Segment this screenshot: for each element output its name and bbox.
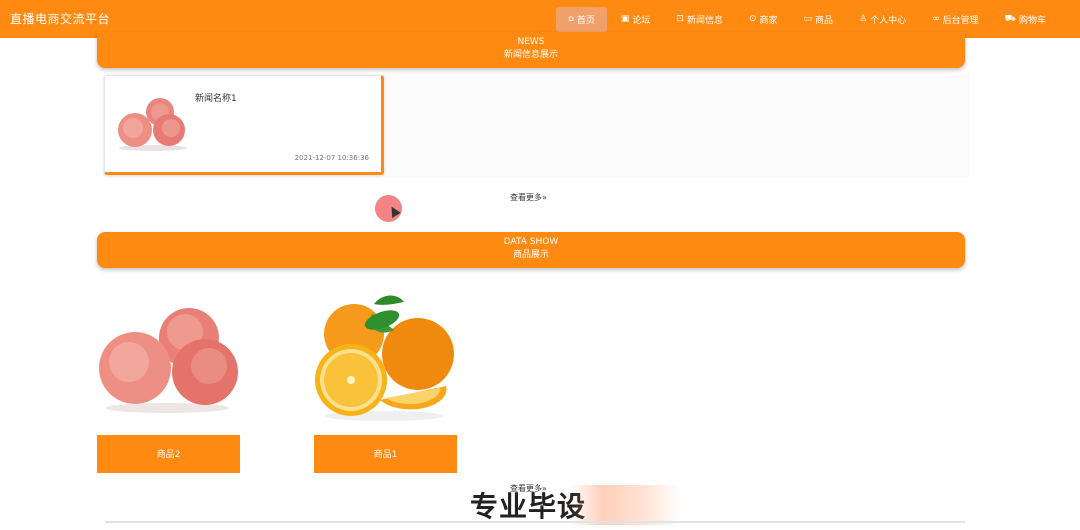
forum-icon: ▣ xyxy=(620,14,630,24)
watermark-text: 专业毕设 xyxy=(470,490,587,523)
nav-label: 商家 xyxy=(759,15,778,26)
nav-item-home[interactable]: ⌂ 首页 xyxy=(556,6,607,32)
cart-icon: ⛟ xyxy=(1004,13,1016,24)
home-icon: ⌂ xyxy=(568,14,574,24)
nav-item-merchant[interactable]: ⊙ 商家 xyxy=(737,7,790,32)
orange-image xyxy=(315,295,454,421)
news-card[interactable]: 新闻名称1 2021-12-07 10:36:36 xyxy=(104,75,384,175)
section-divider xyxy=(105,521,965,523)
product-section-banner: DATA SHOW 商品展示 xyxy=(97,232,965,268)
product-card[interactable]: 商品1 xyxy=(314,290,457,473)
news-timestamp: 2021-12-07 10:36:36 xyxy=(294,154,369,162)
site-title[interactable]: 直播电商交流平台 xyxy=(10,10,110,27)
nav-label: 个人中心 xyxy=(870,15,907,26)
news-title: 新闻名称1 xyxy=(195,94,237,104)
news-section-banner: NEWS 新闻信息展示 xyxy=(97,32,965,68)
nav-item-forum[interactable]: ▣ 论坛 xyxy=(609,7,663,32)
double-chevron-right-icon: » xyxy=(542,193,547,202)
news-icon: ⊡ xyxy=(676,14,684,24)
product-name: 商品2 xyxy=(97,435,240,473)
apple-thumbnail xyxy=(118,98,187,151)
watermark-gradient xyxy=(570,485,680,525)
nav-item-product[interactable]: ▭ 商品 xyxy=(792,7,846,32)
news-title-en: NEWS xyxy=(517,37,545,47)
product-icon: ▭ xyxy=(803,14,813,24)
nav-item-admin[interactable]: ∞ 后台管理 xyxy=(920,7,991,32)
nav-label: 后台管理 xyxy=(942,15,979,26)
user-icon: ♙ xyxy=(859,14,868,24)
nav-label: 购物车 xyxy=(1018,15,1046,26)
more-label: 查看更多 xyxy=(510,193,542,202)
link-icon: ∞ xyxy=(932,14,940,24)
product-title-en: DATA SHOW xyxy=(503,237,559,247)
nav-label: 论坛 xyxy=(632,15,651,26)
nav-item-user-center[interactable]: ♙ 个人中心 xyxy=(847,7,918,32)
nav-label: 首页 xyxy=(576,15,595,26)
nav-item-news[interactable]: ⊡ 新闻信息 xyxy=(664,7,735,32)
product-title-cn: 商品展示 xyxy=(512,250,549,260)
nav-item-cart[interactable]: ⛟ 购物车 xyxy=(993,7,1058,32)
product-name: 商品1 xyxy=(314,435,457,473)
nav-label: 商品 xyxy=(815,15,834,26)
apple-image xyxy=(99,308,238,413)
product-card[interactable]: 商品2 xyxy=(97,290,240,473)
news-more-link[interactable]: 查看更多» xyxy=(510,192,547,203)
merchant-icon: ⊙ xyxy=(748,14,757,24)
nav-label: 新闻信息 xyxy=(686,15,723,26)
news-title-cn: 新闻信息展示 xyxy=(503,50,558,60)
